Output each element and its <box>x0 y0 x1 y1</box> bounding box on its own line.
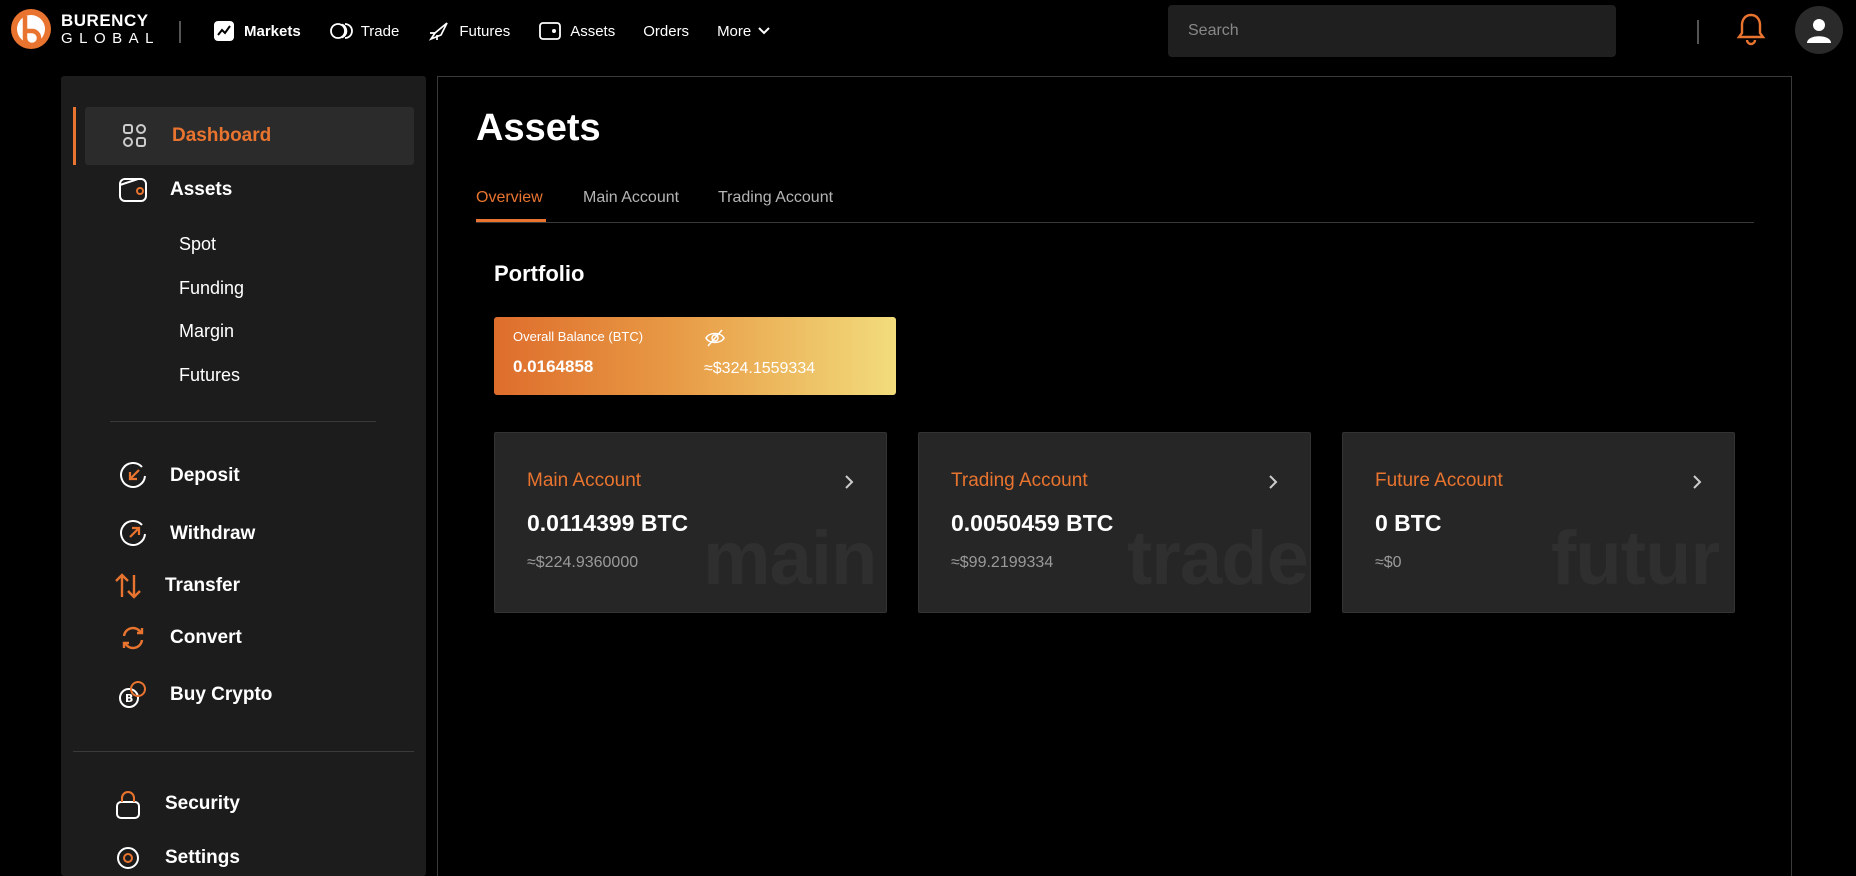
account-name: Main Account <box>527 470 642 491</box>
sidebar-subitem-futures[interactable]: Futures <box>179 365 240 386</box>
sidebar-item-deposit[interactable]: Deposit <box>118 461 240 491</box>
nav-label: Futures <box>459 22 511 40</box>
chevron-down-icon <box>758 27 770 35</box>
tab-main-account[interactable]: Main Account <box>583 189 679 207</box>
active-indicator <box>73 107 76 165</box>
withdraw-icon <box>118 519 148 549</box>
search-box[interactable] <box>1168 5 1616 57</box>
tab-active-underline <box>476 219 546 222</box>
overall-balance-card: Overall Balance (BTC) 0.0164858 ≈$324.15… <box>494 317 896 395</box>
sidebar-item-withdraw[interactable]: Withdraw <box>118 519 255 549</box>
search-input[interactable] <box>1186 21 1598 41</box>
nav-assets[interactable]: Assets <box>538 19 615 43</box>
sidebar-subitem-funding[interactable]: Funding <box>179 278 244 299</box>
main-account-card[interactable]: main Main Account 0.0114399 BTC ≈$224.93… <box>494 432 887 613</box>
balance-usd: ≈$324.1559334 <box>704 360 816 377</box>
sidebar-item-transfer[interactable]: Transfer <box>113 571 240 601</box>
chevron-right-icon <box>1693 475 1702 489</box>
bell-icon[interactable] <box>1736 12 1766 46</box>
rocket-icon <box>427 19 451 43</box>
balance-label: Overall Balance (BTC) <box>513 329 644 344</box>
transfer-icon <box>113 571 143 601</box>
nav-label: More <box>717 22 752 40</box>
nav-orders[interactable]: Orders <box>643 23 689 40</box>
trading-account-card[interactable]: trade Trading Account 0.0050459 BTC ≈$99… <box>918 432 1311 613</box>
sidebar-item-label: Dashboard <box>172 125 272 146</box>
account-usd: ≈$0 <box>1375 554 1402 571</box>
tab-overview[interactable]: Overview <box>476 189 543 207</box>
sidebar-divider <box>73 751 414 752</box>
sidebar-subitem-margin[interactable]: Margin <box>179 321 234 342</box>
brand-logo[interactable]: BURENCY GLOBAL <box>10 8 160 50</box>
main-nav: Markets Trade Futures Assets Orders More <box>212 0 799 62</box>
nav-markets[interactable]: Markets <box>212 19 301 43</box>
wallet-icon <box>118 175 148 205</box>
top-navbar: BURENCY GLOBAL Markets Trade Futures Ass… <box>0 0 1856 62</box>
sidebar-item-label: Security <box>165 793 240 814</box>
burency-logo-icon <box>11 9 51 49</box>
sidebar-item-dashboard[interactable]: Dashboard <box>85 107 414 165</box>
chart-icon <box>212 19 236 43</box>
nav-label: Markets <box>244 22 301 40</box>
dashboard-icon <box>120 121 150 151</box>
sidebar-item-label: Withdraw <box>170 523 256 544</box>
nav-label: Orders <box>643 22 690 40</box>
page-title: Assets <box>476 107 601 149</box>
account-name: Future Account <box>1375 470 1503 491</box>
nav-divider <box>179 21 181 43</box>
sidebar-divider <box>110 421 376 422</box>
coins-icon <box>329 19 353 43</box>
nav-futures[interactable]: Futures <box>427 19 510 43</box>
chevron-right-icon <box>845 475 854 489</box>
sidebar-item-label: Assets <box>170 179 233 200</box>
sidebar-item-assets[interactable]: Assets <box>118 175 232 205</box>
nav-trade[interactable]: Trade <box>329 19 400 43</box>
svg-text:B: B <box>125 692 133 705</box>
sidebar-item-label: Deposit <box>170 465 240 486</box>
sidebar-item-buy-crypto[interactable]: B Buy Crypto <box>118 680 272 710</box>
gear-icon <box>113 843 143 873</box>
sidebar-item-label: Settings <box>165 847 240 868</box>
balance-btc: 0.0164858 <box>513 357 594 376</box>
lock-icon <box>113 789 143 819</box>
card-watermark: futur <box>1551 516 1720 601</box>
future-account-card[interactable]: futur Future Account 0 BTC ≈$0 <box>1342 432 1735 613</box>
nav-label: Trade <box>360 22 400 40</box>
sidebar-subitem-spot[interactable]: Spot <box>179 234 216 255</box>
sidebar-item-label: Transfer <box>165 575 240 596</box>
account-btc: 0.0114399 BTC <box>527 510 689 536</box>
brand-name: BURENCY <box>61 11 149 30</box>
account-name: Trading Account <box>951 470 1088 491</box>
chevron-right-icon <box>1269 475 1278 489</box>
tabs-divider <box>476 222 1754 223</box>
account-btc: 0 BTC <box>1375 510 1442 536</box>
sidebar-item-settings[interactable]: Settings <box>113 843 240 873</box>
account-btc: 0.0050459 BTC <box>951 510 1114 536</box>
eye-off-icon[interactable] <box>704 327 726 349</box>
wallet-icon <box>538 19 562 43</box>
sidebar-item-convert[interactable]: Convert <box>118 623 242 653</box>
top-divider <box>1697 20 1699 44</box>
tab-trading-account[interactable]: Trading Account <box>718 189 833 207</box>
card-watermark: main <box>703 516 877 601</box>
nav-more[interactable]: More <box>717 23 771 40</box>
sidebar-item-label: Convert <box>170 627 242 648</box>
brand-subname: GLOBAL <box>61 30 161 47</box>
section-title: Portfolio <box>494 261 585 286</box>
account-usd: ≈$224.9360000 <box>527 554 639 571</box>
card-watermark: trade <box>1127 516 1309 601</box>
avatar[interactable] <box>1795 6 1843 54</box>
deposit-icon <box>118 461 148 491</box>
user-icon <box>1807 19 1831 43</box>
nav-label: Assets <box>570 22 616 40</box>
account-usd: ≈$99.2199334 <box>951 554 1054 571</box>
sidebar-item-label: Buy Crypto <box>170 684 273 705</box>
crypto-coins-icon: B <box>118 680 148 710</box>
sidebar-item-security[interactable]: Security <box>113 789 240 819</box>
main-panel: Assets Overview Main Account Trading Acc… <box>437 76 1792 876</box>
convert-icon <box>118 623 148 653</box>
sidebar: Dashboard Assets Spot Funding Margin Fut… <box>61 76 426 876</box>
